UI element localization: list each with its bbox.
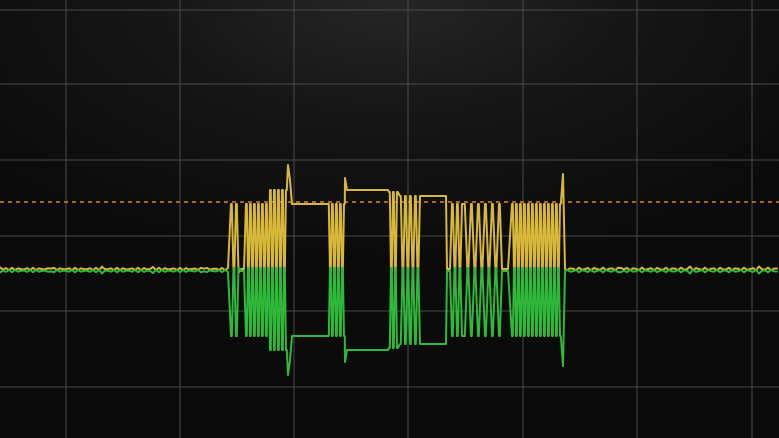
oscilloscope-screen: [0, 0, 779, 438]
waveform-display: [0, 0, 779, 438]
channel-green-trace: [0, 267, 778, 376]
channel-yellow-trace: [0, 164, 778, 273]
